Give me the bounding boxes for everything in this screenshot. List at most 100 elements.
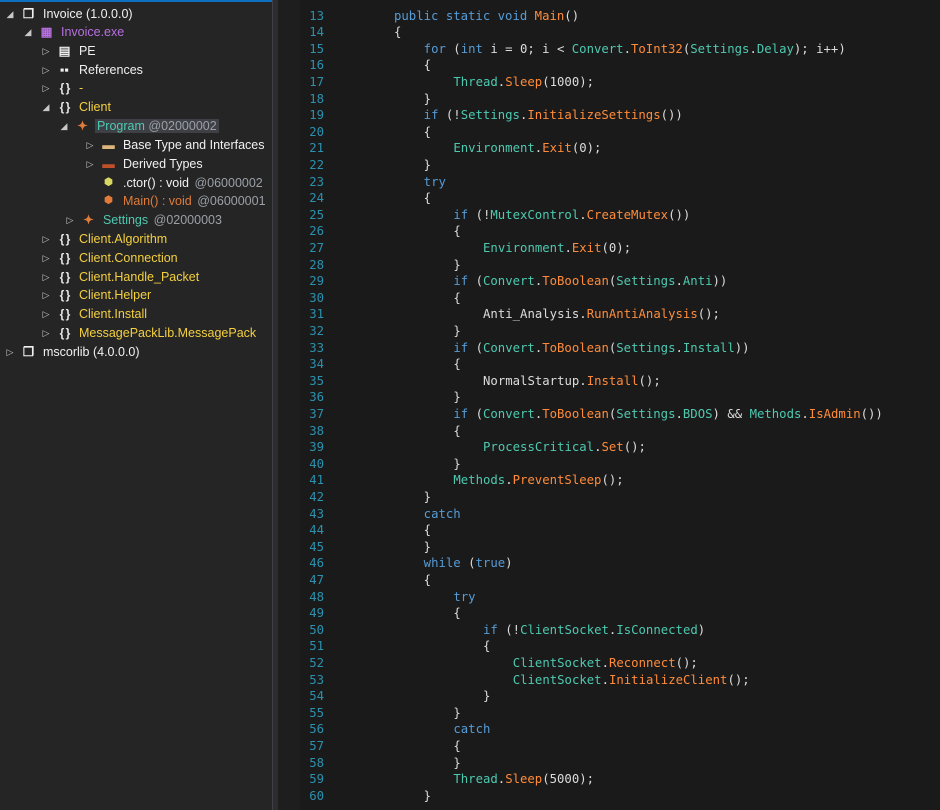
tree-node-namespace-algorithm[interactable]: ▷ { } Client.Algorithm	[40, 230, 169, 248]
code-line: 52 ClientSocket.Reconnect();	[278, 655, 940, 672]
code-line: 36}	[278, 389, 940, 406]
code-token: for	[423, 41, 446, 56]
expand-arrow-icon[interactable]: ▷	[84, 155, 96, 173]
expand-arrow-icon[interactable]: ▷	[40, 42, 52, 60]
tree-node-pe[interactable]: ▷ ▤ PE	[40, 42, 98, 60]
code-token: (1000);	[542, 74, 595, 89]
line-number: 55	[309, 705, 324, 720]
code-token: ())	[668, 207, 691, 222]
tree-node-invoice-exe[interactable]: ◢ ▦ Invoice.exe	[22, 23, 126, 41]
expand-arrow-icon[interactable]: ▷	[40, 324, 52, 342]
code-token: PreventSleep	[512, 473, 602, 488]
tree-node-base-types[interactable]: ▷ ▬ Base Type and Interfaces	[84, 136, 267, 154]
code-token: Sleep	[505, 772, 543, 787]
code-text: }	[424, 539, 431, 556]
code-token: (	[468, 406, 483, 421]
tree-node-namespace-dash[interactable]: ▷ { } -	[40, 79, 85, 97]
expand-arrow-icon[interactable]: ▷	[40, 249, 52, 267]
code-token: .	[579, 373, 587, 388]
panel-accent-bar	[0, 0, 272, 2]
code-token: RunAntiAnalysis	[586, 307, 698, 322]
code-token: ();	[727, 672, 750, 687]
code-token: if	[483, 622, 498, 637]
code-token: {	[453, 606, 461, 621]
tree-node-namespace-connection[interactable]: ▷ { } Client.Connection	[40, 249, 180, 267]
code-text: {	[483, 638, 490, 655]
line-number: 18	[309, 91, 324, 106]
code-text: }	[424, 788, 431, 805]
code-text: if (!MutexControl.CreateMutex())	[453, 207, 690, 224]
tree-node-label: .ctor() : void	[122, 176, 189, 190]
code-token: public static void	[394, 8, 535, 23]
tree-node-program-class[interactable]: ◢ ✦ Program @02000002	[58, 117, 219, 135]
expand-arrow-icon[interactable]: ▷	[84, 136, 96, 154]
code-token: Exit	[542, 141, 572, 156]
folder-icon: ▬	[102, 157, 115, 171]
code-token: )	[697, 622, 706, 637]
collapse-arrow-icon[interactable]: ◢	[4, 5, 16, 23]
tree-node-invoice-assembly[interactable]: ◢ ❐ Invoice (1.0.0.0)	[4, 5, 135, 23]
expand-arrow-icon[interactable]: ▷	[40, 230, 52, 248]
expand-arrow-icon[interactable]: ▷	[40, 305, 52, 323]
code-line: 29 if (Convert.ToBoolean(Settings.Anti))	[278, 273, 940, 290]
code-token: ToBoolean	[542, 406, 609, 421]
code-line: 14 {	[278, 24, 940, 41]
code-token: catch	[423, 506, 461, 521]
code-token: ProcessCritical	[483, 440, 595, 455]
code-token: Convert	[482, 406, 535, 421]
tree-node-references[interactable]: ▷ ▪▪ References	[40, 61, 145, 79]
tree-node-mscorlib[interactable]: ▷ ❐ mscorlib (4.0.0.0)	[4, 343, 142, 361]
code-line: 32}	[278, 323, 940, 340]
code-editor[interactable]: 13 public static void Main() 14{15 for (int…	[278, 0, 940, 810]
code-token: if	[453, 406, 469, 421]
code-token: InitializeSettings	[527, 108, 661, 123]
tree-node-ctor[interactable]: ⬢ .ctor() : void @06000002	[84, 174, 263, 192]
expand-arrow-icon[interactable]: ▷	[40, 286, 52, 304]
tree-node-label: Invoice.exe	[60, 25, 125, 39]
tree-node-namespace-install[interactable]: ▷ { } Client.Install	[40, 305, 149, 323]
namespace-icon: { }	[59, 232, 71, 246]
collapse-arrow-icon[interactable]: ◢	[40, 98, 52, 116]
code-token: if	[423, 108, 439, 123]
line-number: 27	[309, 240, 324, 255]
code-text: Environment.Exit(0);	[453, 140, 601, 157]
line-number: 49	[309, 606, 324, 621]
code-line: 39 ProcessCritical.Set();	[278, 439, 940, 456]
code-token: }	[453, 257, 461, 272]
code-token: }	[423, 91, 432, 106]
line-number: 21	[309, 141, 324, 156]
collapse-arrow-icon[interactable]: ◢	[58, 117, 70, 135]
code-token: ()	[564, 8, 580, 23]
code-text: }	[453, 705, 460, 722]
line-number: 51	[309, 639, 324, 654]
code-line: 44 {	[278, 522, 940, 539]
code-text: {	[424, 522, 431, 539]
tree-node-main[interactable]: ⬢ Main() : void @06000001	[84, 192, 265, 210]
code-token: }	[423, 539, 432, 554]
line-number: 40	[309, 456, 324, 471]
tree-node-label: Client.Connection	[78, 251, 178, 265]
tree-node-namespace-handle-packet[interactable]: ▷ { } Client.Handle_Packet	[40, 268, 201, 286]
tree-node-namespace-helper[interactable]: ▷ { } Client.Helper	[40, 286, 153, 304]
code-token: }	[423, 788, 432, 803]
expand-arrow-icon[interactable]: ▷	[40, 79, 52, 97]
collapse-arrow-icon[interactable]: ◢	[22, 23, 34, 41]
tree-node-label: -	[78, 81, 84, 95]
expand-arrow-icon[interactable]: ▷	[4, 343, 16, 361]
tree-node-settings-class[interactable]: ▷ ✦ Settings @02000003	[64, 211, 222, 229]
expand-arrow-icon[interactable]: ▷	[40, 61, 52, 79]
line-number: 15	[309, 41, 324, 56]
expand-arrow-icon[interactable]: ▷	[64, 211, 76, 229]
namespace-icon: { }	[59, 307, 71, 321]
tree-node-label: Client.Algorithm	[78, 232, 168, 246]
code-token: Environment	[483, 240, 565, 255]
code-token: .	[749, 41, 757, 56]
tree-node-namespace-messagepack[interactable]: ▷ { } MessagePackLib.MessagePack	[40, 324, 258, 342]
code-token: (	[460, 556, 476, 571]
code-line: 27 Environment.Exit(0);	[278, 240, 940, 257]
expand-arrow-icon[interactable]: ▷	[40, 268, 52, 286]
namespace-icon: { }	[59, 326, 71, 340]
tree-node-namespace-client[interactable]: ◢ { } Client	[40, 98, 113, 116]
tree-node-derived-types[interactable]: ▷ ▬ Derived Types	[84, 155, 205, 173]
line-number: 17	[309, 74, 324, 89]
